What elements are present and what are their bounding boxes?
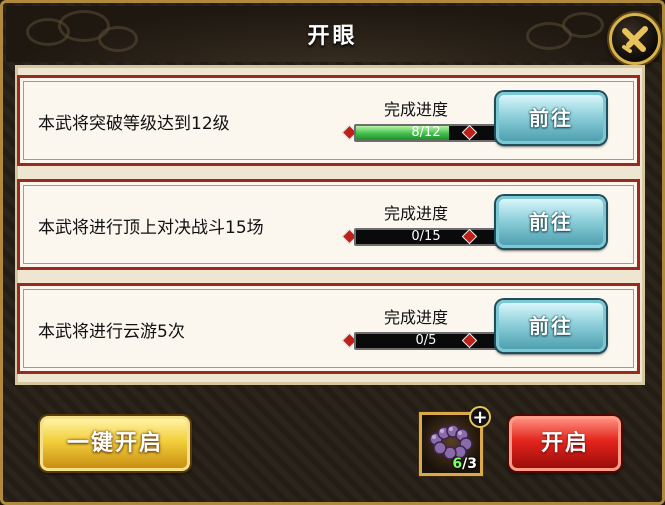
plus-icon: + <box>472 407 488 428</box>
item-count: 6/3 <box>452 456 477 472</box>
task-row: 本武将进行顶上对决战斗15场 完成进度 0/15 前往 <box>17 179 640 270</box>
close-button[interactable] <box>609 13 661 65</box>
close-icon <box>622 26 648 53</box>
go-button[interactable]: 前往 <box>496 300 606 352</box>
task-label: 本武将突破等级达到12级 <box>38 114 230 134</box>
progress-cap-right <box>461 228 478 245</box>
go-button[interactable]: 前往 <box>496 92 606 144</box>
one-key-open-button[interactable]: 一键开启 <box>40 416 190 471</box>
dialog-title: 开眼 <box>307 24 358 49</box>
progress-caption: 完成进度 <box>383 204 448 223</box>
progress-cap-right <box>461 332 478 349</box>
task-label: 本武将进行顶上对决战斗15场 <box>38 218 264 238</box>
task-row: 本武将突破等级达到12级 完成进度 8/12 前往 <box>17 75 640 166</box>
add-item-button[interactable]: + <box>469 406 491 428</box>
task-label: 本武将进行云游5次 <box>38 322 185 342</box>
dialog-header: 开眼 <box>6 6 659 62</box>
progress-caption: 完成进度 <box>383 100 448 119</box>
open-button[interactable]: 开启 <box>509 416 621 471</box>
go-button[interactable]: 前往 <box>496 196 606 248</box>
task-row: 本武将进行云游5次 完成进度 0/5 前往 <box>17 283 640 374</box>
progress-cap-right <box>461 124 478 141</box>
eye-opening-dialog: 开眼 本武将突破等级达到12级 完成进度 8/12 前往 本武将进行顶上对决战斗… <box>0 0 665 505</box>
progress-caption: 完成进度 <box>383 308 448 327</box>
